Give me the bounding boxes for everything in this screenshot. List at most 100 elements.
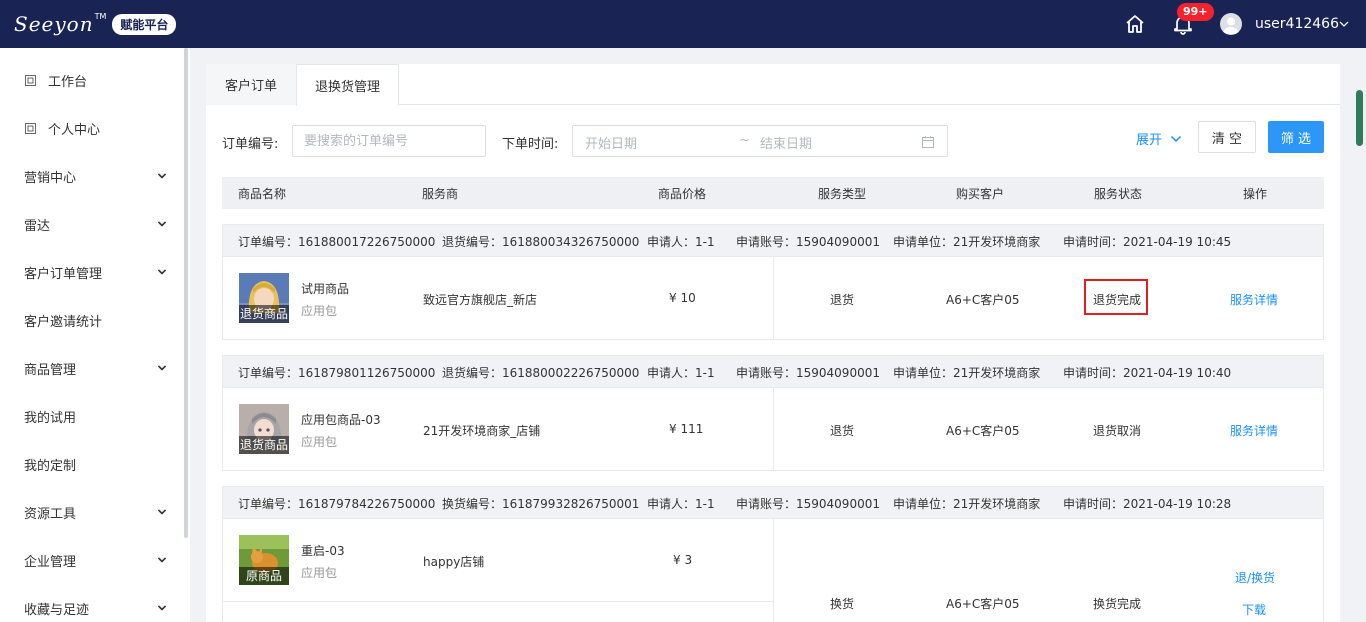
service-number: 换货编号：161879932826750001	[442, 497, 640, 511]
end-date-input[interactable]: 结束日期	[760, 133, 812, 152]
product-price: ¥ 3	[673, 553, 693, 567]
sidebar-item-invite-stats[interactable]: 客户邀请统计	[0, 296, 182, 344]
order-header: 订单编号：161879801126750000 退货编号：16188000222…	[223, 356, 1323, 388]
sidebar-item-label: 商品管理	[24, 362, 77, 378]
order-row: 订单编号：161880017226750000 退货编号：16188003432…	[222, 224, 1324, 340]
home-icon[interactable]	[1124, 13, 1146, 35]
sidebar-item-my-trials[interactable]: 我的试用	[0, 392, 182, 440]
applicant-account: 申请账号：15904090001	[736, 235, 880, 249]
order-number: 订单编号：161880017226750000	[238, 235, 436, 249]
main-panel: 客户订单 退换货管理 订单编号: 下单时间: 开始日期 ~ 结束日期 展开 清 …	[206, 64, 1340, 622]
page-scrollbar-thumb[interactable]	[1356, 90, 1363, 146]
sidebar-item-workbench[interactable]: 工作台	[0, 56, 182, 104]
tab-bar: 客户订单 退换货管理	[206, 64, 1340, 106]
customer-name: A6+C客户05	[946, 293, 1020, 307]
user-avatar-icon	[1223, 17, 1239, 34]
applicant-account: 申请账号：15904090001	[736, 366, 880, 380]
column-divider	[773, 519, 774, 622]
vendor-name: happy店铺	[423, 555, 485, 569]
product-price: ¥ 10	[669, 291, 696, 305]
tab-returns[interactable]: 退换货管理	[296, 64, 399, 106]
col-service-status: 服务状态	[1094, 187, 1143, 201]
order-header: 订单编号：161880017226750000 退货编号：16188003432…	[223, 225, 1323, 257]
filter-button[interactable]: 筛 选	[1268, 121, 1324, 153]
product-type: 应用包	[301, 566, 338, 580]
sidebar-item-resources[interactable]: 资源工具	[0, 488, 182, 536]
workbench-icon	[25, 74, 36, 86]
col-product-name: 商品名称	[238, 187, 287, 201]
thumbnail-tag: 退货商品	[239, 305, 289, 323]
username[interactable]: user412466	[1255, 16, 1339, 32]
sidebar-item-products[interactable]: 商品管理	[0, 344, 182, 392]
tab-customer-orders[interactable]: 客户订单	[206, 64, 296, 105]
sidebar-item-personal[interactable]: 个人中心	[0, 104, 182, 152]
sidebar-item-my-custom[interactable]: 我的定制	[0, 440, 182, 488]
order-no-input[interactable]	[292, 125, 486, 157]
col-price: 商品价格	[658, 187, 707, 201]
service-detail-link[interactable]: 服务详情	[1230, 291, 1278, 308]
order-no-label: 订单编号:	[222, 137, 279, 152]
expand-toggle[interactable]: 展开	[1136, 129, 1182, 148]
chevron-down-icon	[157, 557, 167, 563]
service-type: 退货	[830, 293, 855, 307]
sidebar-scrollbar[interactable]	[184, 48, 188, 538]
service-status: 退货取消	[1093, 424, 1142, 438]
sidebar-item-radar[interactable]: 雷达	[0, 200, 182, 248]
order-number: 订单编号：161879801126750000	[238, 366, 436, 380]
vendor-name: 致远官方旗舰店_新店	[423, 293, 538, 307]
sidebar-item-label: 营销中心	[24, 170, 77, 186]
date-range-picker[interactable]: 开始日期 ~ 结束日期	[572, 125, 948, 157]
sidebar-item-label: 雷达	[24, 218, 51, 234]
service-type: 退货	[830, 424, 855, 438]
sidebar-item-label: 客户订单管理	[24, 266, 103, 282]
sidebar-item-favorites[interactable]: 收藏与足迹	[0, 584, 182, 622]
order-row: 订单编号：161879784226750000 换货编号：16187993282…	[222, 486, 1324, 622]
chevron-down-icon[interactable]	[1339, 19, 1349, 29]
sidebar-item-label: 收藏与足迹	[24, 602, 90, 618]
order-header: 订单编号：161879784226750000 换货编号：16187993282…	[223, 487, 1323, 519]
product-thumbnail[interactable]: 退货商品	[239, 273, 289, 323]
applicant: 申请人：1-1	[647, 366, 715, 380]
logo-text: Seeyon	[14, 12, 94, 36]
sidebar-item-label: 个人中心	[48, 122, 101, 138]
download-link[interactable]: 下载	[1242, 601, 1266, 618]
product-thumbnail[interactable]: 退货商品	[239, 404, 289, 454]
product-name[interactable]: 试用商品	[301, 280, 349, 297]
thumbnail-tag: 退货商品	[239, 436, 289, 454]
sidebar-item-enterprise[interactable]: 企业管理	[0, 536, 182, 584]
calendar-icon	[922, 136, 934, 148]
sidebar-item-label: 企业管理	[24, 554, 77, 570]
apply-time: 申请时间：2021-04-19 10:40	[1063, 366, 1232, 380]
product-type: 应用包	[301, 304, 338, 318]
service-number: 退货编号：161880034326750000	[442, 235, 640, 249]
chevron-down-icon	[157, 509, 167, 515]
col-service-type: 服务类型	[818, 187, 867, 201]
product-name[interactable]: 应用包商品-03	[301, 411, 381, 428]
sidebar-item-marketing[interactable]: 营销中心	[0, 152, 182, 200]
apply-time: 申请时间：2021-04-19 10:45	[1063, 235, 1232, 249]
product-type: 应用包	[301, 435, 338, 449]
start-date-input[interactable]: 开始日期	[585, 133, 637, 152]
service-status: 换货完成	[1093, 597, 1142, 611]
service-detail-link[interactable]: 服务详情	[1230, 422, 1278, 439]
applicant: 申请人：1-1	[647, 235, 715, 249]
logo[interactable]: Seeyon TM 赋能平台	[14, 12, 177, 36]
product-thumbnail[interactable]: 原商品	[239, 535, 289, 585]
return-exchange-link[interactable]: 退/换货	[1235, 569, 1275, 586]
col-customer: 购买客户	[956, 187, 1005, 201]
service-type: 换货	[830, 597, 855, 611]
sidebar-item-label: 我的试用	[24, 410, 77, 426]
chevron-down-icon	[157, 269, 167, 275]
chevron-down-icon	[157, 365, 167, 371]
clear-button[interactable]: 清 空	[1198, 121, 1256, 153]
product-name[interactable]: 重启-03	[301, 542, 345, 559]
sidebar-item-customer-orders[interactable]: 客户订单管理	[0, 248, 182, 296]
col-actions: 操作	[1243, 187, 1268, 201]
chevron-down-icon	[157, 605, 167, 611]
apply-time: 申请时间：2021-04-19 10:28	[1063, 497, 1232, 511]
service-number: 退货编号：161880002226750000	[442, 366, 640, 380]
vendor-name: 21开发环境商家_店铺	[423, 424, 541, 438]
row-divider	[223, 601, 773, 602]
avatar[interactable]	[1220, 13, 1242, 35]
order-row: 订单编号：161879801126750000 退货编号：16188000222…	[222, 355, 1324, 471]
